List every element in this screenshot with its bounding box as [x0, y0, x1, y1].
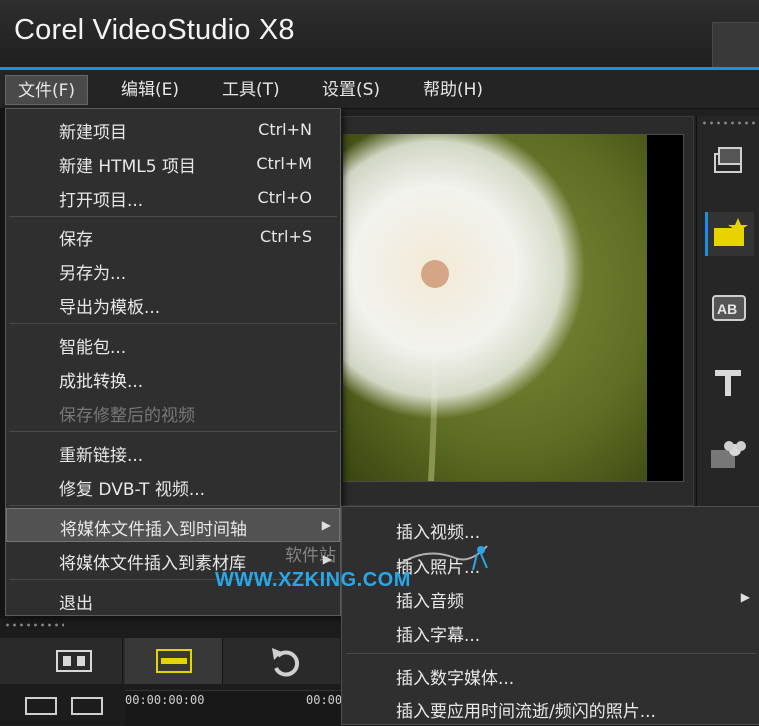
title-icon[interactable] [705, 360, 751, 404]
submenu-arrow-icon: ▶ [321, 518, 331, 532]
menu-item-save[interactable]: 保存 Ctrl+S [6, 219, 340, 253]
menu-edit[interactable]: 编辑(E) [109, 75, 191, 105]
film-track-icon[interactable] [24, 695, 60, 717]
menu-item-smart-package[interactable]: 智能包... [6, 327, 340, 361]
menu-separator [9, 431, 337, 432]
submenu-item-insert-subtitle[interactable]: 插入字幕... [342, 615, 758, 649]
timeline-view-icon [156, 649, 192, 673]
title-bar: Corel VideoStudio X8 [0, 0, 759, 68]
preview-image [343, 134, 647, 481]
menu-item-new-project[interactable]: 新建项目 Ctrl+N [6, 112, 340, 146]
menu-bar: 文件(F) 编辑(E) 工具(T) 设置(S) 帮助(H) [0, 70, 759, 109]
menu-item-repair-dvbt[interactable]: 修复 DVB-T 视频... [6, 469, 340, 503]
menu-separator [9, 216, 337, 217]
menu-item-save-as[interactable]: 另存为... [6, 253, 340, 287]
watermark-site-name: 软件站 [285, 546, 336, 566]
storyboard-view-button[interactable] [25, 638, 123, 684]
menu-item-export-template[interactable]: 导出为模板... [6, 287, 340, 321]
menu-settings[interactable]: 设置(S) [310, 75, 392, 105]
window-tab[interactable] [712, 22, 759, 67]
overlay-track-icon[interactable] [70, 695, 106, 717]
menu-separator [346, 653, 756, 654]
timecode-start: 00:00:00:00 [125, 693, 205, 707]
library-toolbar: AB [696, 116, 759, 508]
graphic-icon[interactable] [705, 432, 751, 476]
menu-item-relink[interactable]: 重新链接... [6, 435, 340, 469]
menu-help[interactable]: 帮助(H) [411, 75, 495, 105]
menu-item-new-html5-project[interactable]: 新建 HTML5 项目 Ctrl+M [6, 146, 340, 180]
menu-file[interactable]: 文件(F) [5, 75, 89, 105]
app-title: Corel VideoStudio X8 [14, 14, 295, 46]
menu-item-insert-to-timeline[interactable]: 将媒体文件插入到时间轴 ▶ [6, 508, 340, 542]
menu-tools[interactable]: 工具(T) [210, 75, 292, 105]
timeline-grip[interactable] [4, 622, 64, 628]
file-menu-dropdown: 新建项目 Ctrl+N 新建 HTML5 项目 Ctrl+M 打开项目... C… [5, 108, 341, 616]
timeline-view-button[interactable] [125, 638, 223, 684]
menu-item-open-project[interactable]: 打开项目... Ctrl+O [6, 180, 340, 214]
storyboard-view-icon [56, 650, 92, 672]
svg-text:AB: AB [717, 301, 737, 317]
insert-timeline-submenu: 插入视频... 插入照片... 插入音频 ▶ 插入字幕... 插入数字媒体...… [341, 506, 759, 725]
menu-separator [9, 505, 337, 506]
menu-item-save-trimmed-video: 保存修整后的视频 [59, 406, 195, 426]
undo-icon [272, 648, 300, 677]
menu-separator [9, 323, 337, 324]
submenu-item-insert-timelapse-photo[interactable]: 插入要应用时间流逝/频闪的照片... [342, 691, 758, 725]
undo-button[interactable] [238, 638, 336, 684]
menu-item-batch-convert[interactable]: 成批转换... [6, 361, 340, 395]
panel-grip[interactable] [701, 120, 757, 126]
submenu-arrow-icon: ▶ [740, 590, 750, 604]
media-icon[interactable] [705, 138, 751, 182]
transition-icon[interactable]: AB [705, 286, 751, 330]
submenu-item-insert-digital-media[interactable]: 插入数字媒体... [342, 658, 758, 692]
instant-project-icon[interactable] [705, 212, 754, 256]
timecode-next: 00:00 [306, 693, 343, 707]
watermark-url: WWW.XZKING.COM [215, 569, 411, 591]
